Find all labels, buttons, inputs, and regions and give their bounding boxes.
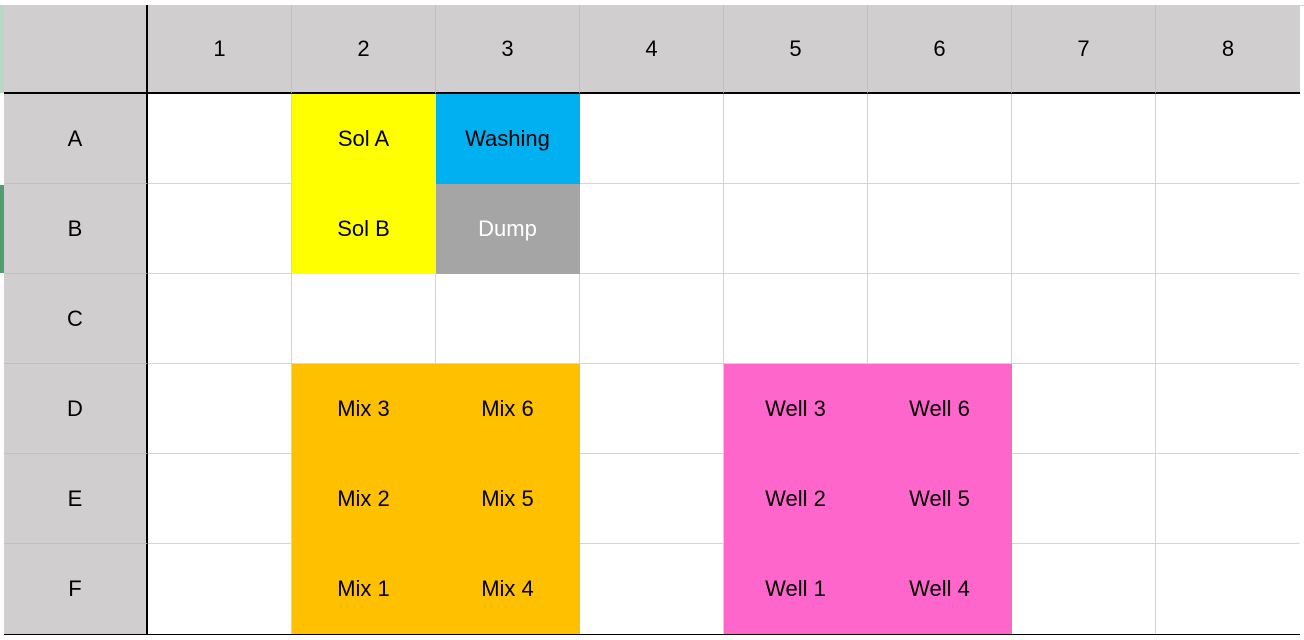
cell-C6[interactable] <box>868 274 1012 364</box>
cell-A7[interactable] <box>1012 94 1156 184</box>
cell-F2[interactable]: Mix 1 <box>292 544 436 634</box>
cell-C3[interactable] <box>436 274 580 364</box>
cell-C4[interactable] <box>580 274 724 364</box>
cell-D6[interactable]: Well 6 <box>868 364 1012 454</box>
cell-A2[interactable]: Sol A <box>292 94 436 184</box>
cell-E1[interactable] <box>148 454 292 544</box>
layout-grid: 1 2 3 4 5 6 7 8 A Sol A Washing B Sol B Dump C D Mix 3 Mi… <box>4 5 1300 635</box>
cell-B3[interactable]: Dump <box>436 184 580 274</box>
cell-F5[interactable]: Well 1 <box>724 544 868 634</box>
cell-F7[interactable] <box>1012 544 1156 634</box>
column-header-7[interactable]: 7 <box>1012 5 1156 94</box>
column-header-6[interactable]: 6 <box>868 5 1012 94</box>
cell-F4[interactable] <box>580 544 724 634</box>
cell-F8[interactable] <box>1156 544 1300 634</box>
column-header-1[interactable]: 1 <box>148 5 292 94</box>
column-header-3[interactable]: 3 <box>436 5 580 94</box>
cell-B4[interactable] <box>580 184 724 274</box>
cell-D5[interactable]: Well 3 <box>724 364 868 454</box>
row-header-D[interactable]: D <box>4 364 148 454</box>
cell-F1[interactable] <box>148 544 292 634</box>
cell-E2[interactable]: Mix 2 <box>292 454 436 544</box>
column-header-8[interactable]: 8 <box>1156 5 1300 94</box>
cell-A6[interactable] <box>868 94 1012 184</box>
cell-B5[interactable] <box>724 184 868 274</box>
row-header-E[interactable]: E <box>4 454 148 544</box>
column-header-5[interactable]: 5 <box>724 5 868 94</box>
cell-D2[interactable]: Mix 3 <box>292 364 436 454</box>
cell-B8[interactable] <box>1156 184 1300 274</box>
cell-A1[interactable] <box>148 94 292 184</box>
cell-E8[interactable] <box>1156 454 1300 544</box>
cell-C1[interactable] <box>148 274 292 364</box>
cell-A5[interactable] <box>724 94 868 184</box>
cell-F6[interactable]: Well 4 <box>868 544 1012 634</box>
cell-E6[interactable]: Well 5 <box>868 454 1012 544</box>
corner-cell[interactable] <box>4 5 148 94</box>
cell-A3[interactable]: Washing <box>436 94 580 184</box>
cell-D1[interactable] <box>148 364 292 454</box>
cell-F3[interactable]: Mix 4 <box>436 544 580 634</box>
cell-E3[interactable]: Mix 5 <box>436 454 580 544</box>
cell-E5[interactable]: Well 2 <box>724 454 868 544</box>
column-header-4[interactable]: 4 <box>580 5 724 94</box>
cell-C5[interactable] <box>724 274 868 364</box>
cell-D3[interactable]: Mix 6 <box>436 364 580 454</box>
cell-A4[interactable] <box>580 94 724 184</box>
cell-A8[interactable] <box>1156 94 1300 184</box>
cell-D7[interactable] <box>1012 364 1156 454</box>
cell-D4[interactable] <box>580 364 724 454</box>
cell-B1[interactable] <box>148 184 292 274</box>
cell-B6[interactable] <box>868 184 1012 274</box>
spreadsheet: 1 2 3 4 5 6 7 8 A Sol A Washing B Sol B Dump C D Mix 3 Mi… <box>0 0 1304 640</box>
cell-B7[interactable] <box>1012 184 1156 274</box>
cell-E4[interactable] <box>580 454 724 544</box>
row-header-C[interactable]: C <box>4 274 148 364</box>
row-header-F[interactable]: F <box>4 544 148 634</box>
row-header-A[interactable]: A <box>4 94 148 184</box>
cell-B2[interactable]: Sol B <box>292 184 436 274</box>
cell-C2[interactable] <box>292 274 436 364</box>
cell-C7[interactable] <box>1012 274 1156 364</box>
column-header-2[interactable]: 2 <box>292 5 436 94</box>
cell-E7[interactable] <box>1012 454 1156 544</box>
row-header-B[interactable]: B <box>4 184 148 274</box>
cell-C8[interactable] <box>1156 274 1300 364</box>
cell-D8[interactable] <box>1156 364 1300 454</box>
